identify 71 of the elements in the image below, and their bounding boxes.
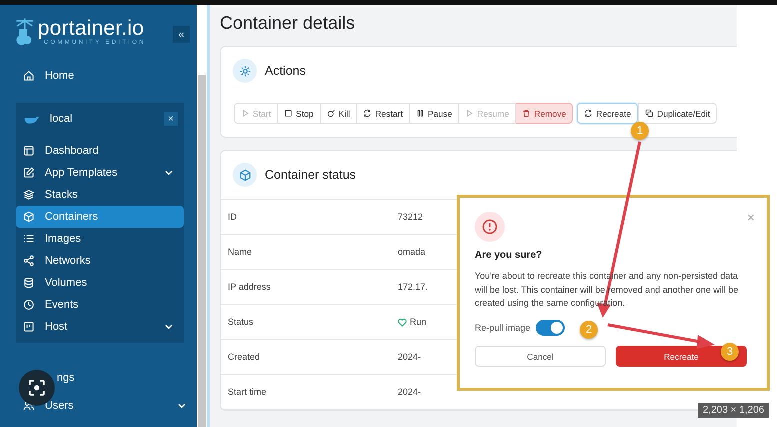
sidebar-item[interactable]: Host xyxy=(16,316,184,338)
action-button[interactable]: Restart xyxy=(357,103,410,124)
sidebar-item[interactable]: Images xyxy=(16,228,184,250)
sidebar-item[interactable]: ngs xyxy=(0,367,197,389)
copy-icon xyxy=(645,109,654,118)
field-value: omada xyxy=(398,247,426,257)
edit-icon xyxy=(23,167,35,179)
chevron-down-icon xyxy=(177,401,187,411)
field-value: Run xyxy=(410,317,427,327)
sidebar-item[interactable]: Containers xyxy=(16,206,184,228)
pause-icon xyxy=(416,109,426,118)
home-icon xyxy=(23,70,35,82)
crane-logo-icon xyxy=(15,17,35,47)
scrollbar[interactable] xyxy=(197,5,207,427)
clock-icon xyxy=(23,299,35,311)
action-button[interactable]: Remove xyxy=(516,103,574,124)
close-button[interactable]: × xyxy=(164,112,178,126)
field-label: Name xyxy=(228,247,254,257)
action-button[interactable]: Stop xyxy=(278,103,321,124)
action-button[interactable]: Recreate xyxy=(577,103,638,124)
bomb-icon xyxy=(326,109,336,118)
image-size-label: 2,203 × 1,206 xyxy=(698,403,770,418)
sidebar-item[interactable]: Events xyxy=(16,294,184,316)
field-value: 2024- xyxy=(398,387,422,397)
card-title: Actions xyxy=(265,64,306,78)
play-icon xyxy=(465,109,474,118)
field-label: Created xyxy=(228,352,262,362)
cube-icon xyxy=(238,168,252,182)
dashboard-icon xyxy=(23,145,35,157)
action-button[interactable]: Duplicate/Edit xyxy=(638,103,718,124)
sidebar-item[interactable]: Stacks xyxy=(16,184,184,206)
heart-icon xyxy=(398,318,407,326)
sidebar-item[interactable]: Dashboard xyxy=(16,140,184,162)
chevron-down-icon xyxy=(164,322,174,332)
cube-icon xyxy=(23,211,35,223)
database-icon xyxy=(23,277,35,289)
cancel-button[interactable]: Cancel xyxy=(475,346,606,368)
field-label: IP address xyxy=(228,282,272,292)
field-label: Status xyxy=(228,317,255,327)
refresh-icon xyxy=(584,109,594,118)
chevron-down-icon xyxy=(164,168,174,178)
toggle-switch[interactable] xyxy=(536,320,565,336)
share-icon xyxy=(23,255,35,267)
toggle-label: Re-pull image xyxy=(475,323,531,334)
sidebar-item[interactable]: App Templates xyxy=(16,162,184,184)
action-button[interactable]: Kill xyxy=(320,103,358,124)
page-title: Container details xyxy=(220,13,356,34)
layers-icon xyxy=(23,189,35,201)
server-icon xyxy=(23,321,35,333)
sidebar-item[interactable]: Home xyxy=(0,65,197,87)
camera-icon xyxy=(27,378,47,398)
field-label: ID xyxy=(228,212,238,222)
card-title: Container status xyxy=(265,168,356,182)
field-value: 73212 xyxy=(398,212,424,222)
list-icon xyxy=(23,233,35,245)
sidebar-item[interactable]: Networks xyxy=(16,250,184,272)
stop-icon xyxy=(284,109,294,118)
logo-wordmark: portainer.io xyxy=(38,18,146,40)
collapse-button[interactable]: « xyxy=(173,26,190,43)
settings-icon xyxy=(238,64,252,78)
action-button[interactable]: Pause xyxy=(410,103,460,124)
field-value: 172.17. xyxy=(398,282,428,292)
play-icon xyxy=(241,109,250,118)
refresh-icon xyxy=(363,109,372,118)
trash-icon xyxy=(522,109,532,118)
alert-icon xyxy=(475,212,505,242)
field-value: 2024- xyxy=(398,352,422,362)
environment-name: local xyxy=(50,113,74,125)
field-label: Start time xyxy=(228,387,268,397)
dialog-title: Are you sure? xyxy=(475,250,544,261)
sidebar-item[interactable]: Volumes xyxy=(16,272,184,294)
